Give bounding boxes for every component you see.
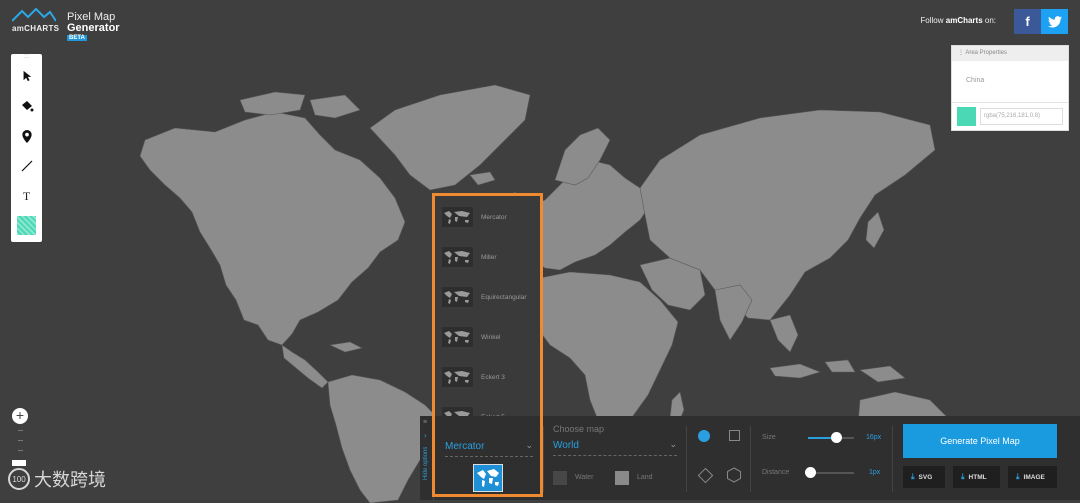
download-html-button[interactable]: ⤓ HTML xyxy=(953,466,1000,488)
distance-slider-thumb[interactable] xyxy=(805,467,817,478)
area-properties-panel: ⋮ Area Properties China rgba(75,216,181,… xyxy=(951,45,1069,131)
projection-label: Equirectangular xyxy=(481,293,527,301)
map-select[interactable]: World ⌄ xyxy=(553,439,677,456)
line-icon xyxy=(21,160,32,172)
divider xyxy=(892,426,893,492)
divider xyxy=(686,426,687,492)
menu-icon: ≡ xyxy=(423,419,428,426)
distance-value: 1px xyxy=(869,469,881,476)
download-image-label: IMAGE xyxy=(1023,473,1045,481)
water-label: Water xyxy=(575,474,594,481)
projection-thumbnail xyxy=(442,207,473,227)
size-value: 16px xyxy=(866,434,882,441)
chevron-down-icon: ⌄ xyxy=(669,439,677,449)
north-america-shape xyxy=(139,111,406,346)
projection-select[interactable]: Mercator ⌄ xyxy=(445,440,533,457)
drag-grip[interactable]: ::: xyxy=(11,54,42,61)
projection-preview xyxy=(473,464,503,492)
text-tool[interactable]: T xyxy=(11,181,42,211)
zoom-tick xyxy=(18,430,23,431)
projection-label: Eckert 3 xyxy=(481,373,505,381)
projection-option-winkel[interactable]: Winkel xyxy=(442,326,501,348)
projection-label: Miller xyxy=(481,253,497,261)
download-icon: ⤓ xyxy=(1016,472,1020,481)
area-color-input[interactable]: rgba(75,216,181,0.8) xyxy=(980,108,1063,125)
hide-options-label: Hide options xyxy=(423,446,429,480)
projection-label: Winkel xyxy=(481,333,501,341)
brand-text: amCHARTS xyxy=(12,24,60,33)
watermark: 100 大数跨境 xyxy=(8,466,106,492)
pointer-tool[interactable] xyxy=(11,61,42,91)
projection-option-equirectangular[interactable]: Equirectangular xyxy=(442,286,527,308)
follow-suffix: on: xyxy=(982,16,996,25)
twitter-icon xyxy=(1047,15,1062,28)
chevron-down-icon: ⌄ xyxy=(525,440,533,450)
size-label: Size xyxy=(762,434,776,441)
download-svg-button[interactable]: ⤓ SVG xyxy=(903,466,945,488)
follow-brand: amCharts xyxy=(945,16,983,25)
color-swatch[interactable] xyxy=(17,216,36,235)
projection-thumbnail xyxy=(442,367,473,387)
choose-map-label: Choose map xyxy=(553,424,605,434)
marker-tool[interactable] xyxy=(11,121,42,151)
square-shape-option[interactable] xyxy=(729,430,740,441)
download-icon: ⤓ xyxy=(911,472,915,481)
download-image-button[interactable]: ⤓ IMAGE xyxy=(1008,466,1057,488)
land-color-swatch[interactable] xyxy=(615,471,629,485)
diamond-shape-option[interactable] xyxy=(697,467,714,484)
projection-select-value: Mercator xyxy=(445,441,485,452)
fill-tool[interactable] xyxy=(11,91,42,121)
app-title-line2: Generator xyxy=(67,22,120,34)
area-name: China xyxy=(952,61,1068,103)
zoom-in-button[interactable]: + xyxy=(12,408,28,424)
area-properties-header[interactable]: ⋮ Area Properties xyxy=(952,46,1068,61)
download-icon: ⤓ xyxy=(961,472,965,481)
area-color-swatch[interactable] xyxy=(957,107,976,126)
watermark-logo: 100 xyxy=(8,468,30,490)
amcharts-logo[interactable]: amCHARTS Pixel Map Generator BETA xyxy=(10,8,140,48)
water-color-swatch[interactable] xyxy=(553,471,567,485)
distance-label: Distance xyxy=(762,469,790,476)
zoom-tick xyxy=(18,440,23,441)
divider xyxy=(543,426,544,492)
africa-shape xyxy=(529,271,679,436)
projection-option-mercator[interactable]: Mercator xyxy=(442,206,507,228)
options-panel: ≡ › Hide options Mercator ⌄ Choose map W… xyxy=(420,416,1080,500)
follow-text: Follow amCharts on: xyxy=(920,16,996,25)
size-slider-thumb[interactable] xyxy=(830,432,842,443)
divider xyxy=(750,426,751,492)
zoom-tick xyxy=(18,450,23,451)
projection-thumbnail xyxy=(442,247,473,267)
download-html-label: HTML xyxy=(968,473,987,481)
text-icon: T xyxy=(22,188,31,203)
projection-thumbnail xyxy=(442,327,473,347)
projection-option-miller[interactable]: Miller xyxy=(442,246,497,268)
chevron-right-icon: › xyxy=(424,431,427,440)
download-svg-label: SVG xyxy=(918,473,933,481)
follow-prefix: Follow xyxy=(920,16,946,25)
area-properties-title: Area Properties xyxy=(965,50,1008,56)
tool-palette: ::: T xyxy=(11,54,42,242)
facebook-icon: f xyxy=(1025,14,1030,29)
line-tool[interactable] xyxy=(11,151,42,181)
watermark-text: 大数跨境 xyxy=(34,470,106,490)
projection-thumbnail xyxy=(442,287,473,307)
land-label: Land xyxy=(637,474,653,481)
twitter-button[interactable] xyxy=(1041,9,1068,34)
generate-pixel-map-button[interactable]: Generate Pixel Map xyxy=(903,424,1057,458)
world-preview-icon xyxy=(477,469,499,487)
pointer-icon xyxy=(23,70,31,82)
hexagon-shape-option[interactable] xyxy=(726,467,742,483)
projection-option-eckert-3[interactable]: Eckert 3 xyxy=(442,366,505,388)
circle-shape-option[interactable] xyxy=(698,430,710,442)
amcharts-mountain-icon xyxy=(12,8,56,22)
hide-options-toggle[interactable]: ≡ › Hide options xyxy=(420,416,434,500)
facebook-button[interactable]: f xyxy=(1014,9,1041,34)
greenland-shape xyxy=(369,84,531,191)
beta-badge: BETA xyxy=(67,35,87,41)
map-pin-icon xyxy=(21,129,32,143)
projection-label: Mercator xyxy=(481,213,507,221)
map-select-value: World xyxy=(553,440,579,451)
paint-bucket-icon xyxy=(21,101,33,112)
